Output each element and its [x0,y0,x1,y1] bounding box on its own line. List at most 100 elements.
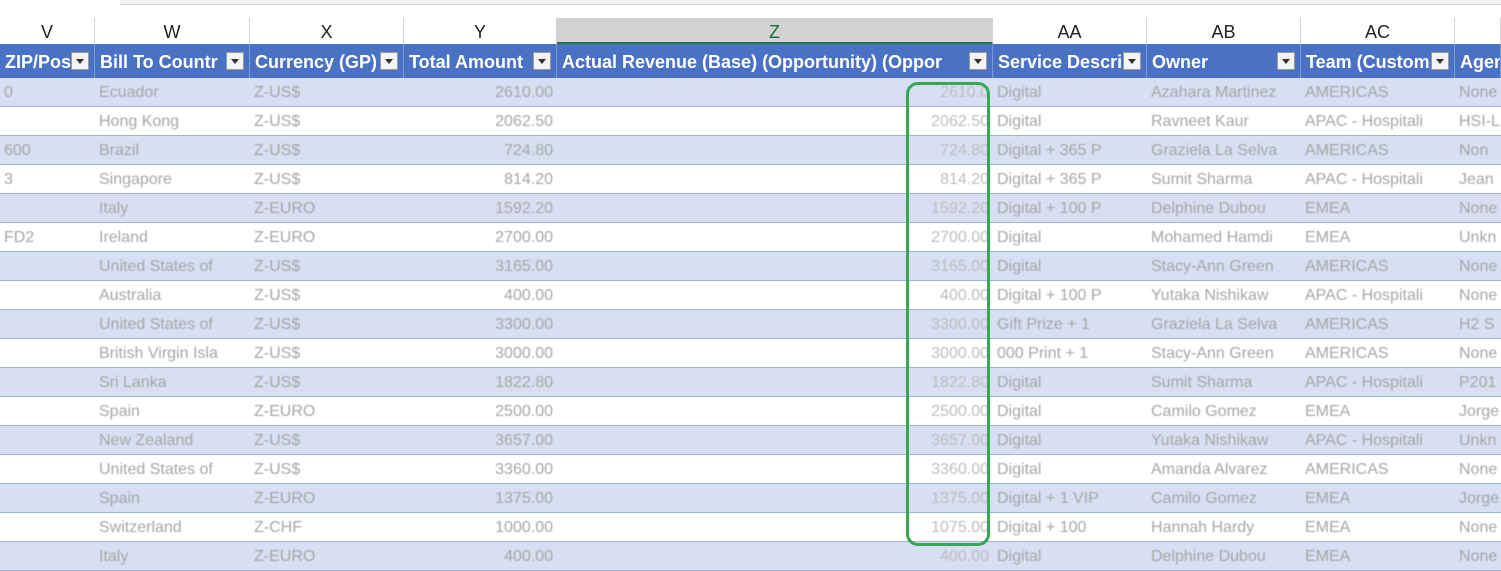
actual-revenue-cell[interactable] [557,78,906,106]
total-amount-cell[interactable]: 1822.80 [404,368,557,396]
owner-cell[interactable]: Yutaka Nishikaw [1147,281,1301,309]
agent-cell[interactable]: H2 S [1455,310,1501,338]
agent-cell[interactable]: P201 [1455,368,1501,396]
total-amount-cell[interactable]: 724.80 [404,136,557,164]
zip-cell[interactable] [0,339,95,367]
total-amount-cell[interactable]: 1000.00 [404,513,557,541]
field-header-service-description[interactable]: Service Descri [993,44,1147,78]
agent-cell[interactable]: None [1455,513,1501,541]
country-cell[interactable]: Switzerland [95,513,250,541]
service-cell[interactable]: Digital + 100 [993,513,1147,541]
owner-cell[interactable]: Delphine Dubou [1147,194,1301,222]
opportunity-revenue-cell[interactable]: 3360.00 [906,455,993,483]
team-cell[interactable]: EMEA [1301,194,1455,222]
zip-cell[interactable] [0,310,95,338]
agent-cell[interactable]: Jorge [1455,484,1501,512]
total-amount-cell[interactable]: 2610.00 [404,78,557,106]
zip-cell[interactable]: 3 [0,165,95,193]
actual-revenue-cell[interactable] [557,223,906,251]
agent-cell[interactable]: Unkn [1455,223,1501,251]
column-header-w[interactable]: W [95,18,250,44]
currency-cell[interactable]: Z-EURO [250,223,404,251]
country-cell[interactable]: New Zealand [95,426,250,454]
actual-revenue-cell[interactable] [557,339,906,367]
opportunity-revenue-cell[interactable]: 1375.00 [906,484,993,512]
service-cell[interactable]: Digital [993,397,1147,425]
currency-cell[interactable]: Z-US$ [250,339,404,367]
opportunity-revenue-cell[interactable]: 1075.00 [906,513,993,541]
field-header-zip[interactable]: ZIP/Pos [0,44,95,78]
country-cell[interactable]: Ireland [95,223,250,251]
column-header-aa[interactable]: AA [993,18,1147,44]
owner-cell[interactable]: Sumit Sharma [1147,368,1301,396]
zip-cell[interactable]: 0 [0,78,95,106]
filter-dropdown-icon[interactable] [226,52,244,70]
team-cell[interactable]: APAC - Hospitali [1301,368,1455,396]
country-cell[interactable]: Italy [95,194,250,222]
owner-cell[interactable]: Sumit Sharma [1147,165,1301,193]
owner-cell[interactable]: Camilo Gomez [1147,397,1301,425]
zip-cell[interactable]: FD2 [0,223,95,251]
owner-cell[interactable]: Amanda Alvarez [1147,455,1301,483]
country-cell[interactable]: United States of [95,252,250,280]
currency-cell[interactable]: Z-EURO [250,542,404,570]
agent-cell[interactable]: Jean [1455,165,1501,193]
agent-cell[interactable]: None [1455,252,1501,280]
opportunity-revenue-cell[interactable]: 2500.00 [906,397,993,425]
owner-cell[interactable]: Azahara Martinez [1147,78,1301,106]
team-cell[interactable]: EMEA [1301,223,1455,251]
total-amount-cell[interactable]: 1592.20 [404,194,557,222]
owner-cell[interactable]: Graziela La Selva [1147,310,1301,338]
owner-cell[interactable]: Ravneet Kaur [1147,107,1301,135]
agent-cell[interactable]: None [1455,78,1501,106]
total-amount-cell[interactable]: 3000.00 [404,339,557,367]
country-cell[interactable]: United States of [95,455,250,483]
actual-revenue-cell[interactable] [557,484,906,512]
service-cell[interactable]: Digital [993,368,1147,396]
country-cell[interactable]: Spain [95,484,250,512]
total-amount-cell[interactable]: 400.00 [404,542,557,570]
actual-revenue-cell[interactable] [557,252,906,280]
country-cell[interactable]: British Virgin Isla [95,339,250,367]
team-cell[interactable]: APAC - Hospitali [1301,281,1455,309]
actual-revenue-cell[interactable] [557,165,906,193]
zip-cell[interactable] [0,397,95,425]
column-header-x[interactable]: X [250,18,404,44]
column-header-v[interactable]: V [0,18,95,44]
total-amount-cell[interactable]: 3300.00 [404,310,557,338]
opportunity-revenue-cell[interactable]: 2062.50 [906,107,993,135]
owner-cell[interactable]: Hannah Hardy [1147,513,1301,541]
currency-cell[interactable]: Z-US$ [250,368,404,396]
agent-cell[interactable]: None [1455,455,1501,483]
total-amount-cell[interactable]: 3657.00 [404,426,557,454]
currency-cell[interactable]: Z-US$ [250,310,404,338]
owner-cell[interactable]: Camilo Gomez [1147,484,1301,512]
owner-cell[interactable]: Stacy-Ann Green [1147,339,1301,367]
team-cell[interactable]: EMEA [1301,397,1455,425]
agent-cell[interactable]: None [1455,542,1501,570]
service-cell[interactable]: Digital + 365 P [993,136,1147,164]
total-amount-cell[interactable]: 1375.00 [404,484,557,512]
country-cell[interactable]: Australia [95,281,250,309]
zip-cell[interactable] [0,426,95,454]
currency-cell[interactable]: Z-US$ [250,78,404,106]
team-cell[interactable]: APAC - Hospitali [1301,165,1455,193]
team-cell[interactable]: APAC - Hospitali [1301,107,1455,135]
zip-cell[interactable] [0,107,95,135]
owner-cell[interactable]: Graziela La Selva [1147,136,1301,164]
field-header-agent[interactable]: Agen [1455,44,1501,78]
zip-cell[interactable] [0,281,95,309]
zip-cell[interactable] [0,368,95,396]
service-cell[interactable]: Digital [993,426,1147,454]
field-header-actual-revenue[interactable]: Actual Revenue (Base) (Opportunity) (Opp… [557,44,993,78]
owner-cell[interactable]: Yutaka Nishikaw [1147,426,1301,454]
zip-cell[interactable]: 600 [0,136,95,164]
zip-cell[interactable] [0,252,95,280]
country-cell[interactable]: Italy [95,542,250,570]
actual-revenue-cell[interactable] [557,513,906,541]
owner-cell[interactable]: Stacy-Ann Green [1147,252,1301,280]
country-cell[interactable]: Sri Lanka [95,368,250,396]
service-cell[interactable]: Digital + 365 P [993,165,1147,193]
filter-dropdown-icon[interactable] [1123,52,1141,70]
currency-cell[interactable]: Z-EURO [250,397,404,425]
